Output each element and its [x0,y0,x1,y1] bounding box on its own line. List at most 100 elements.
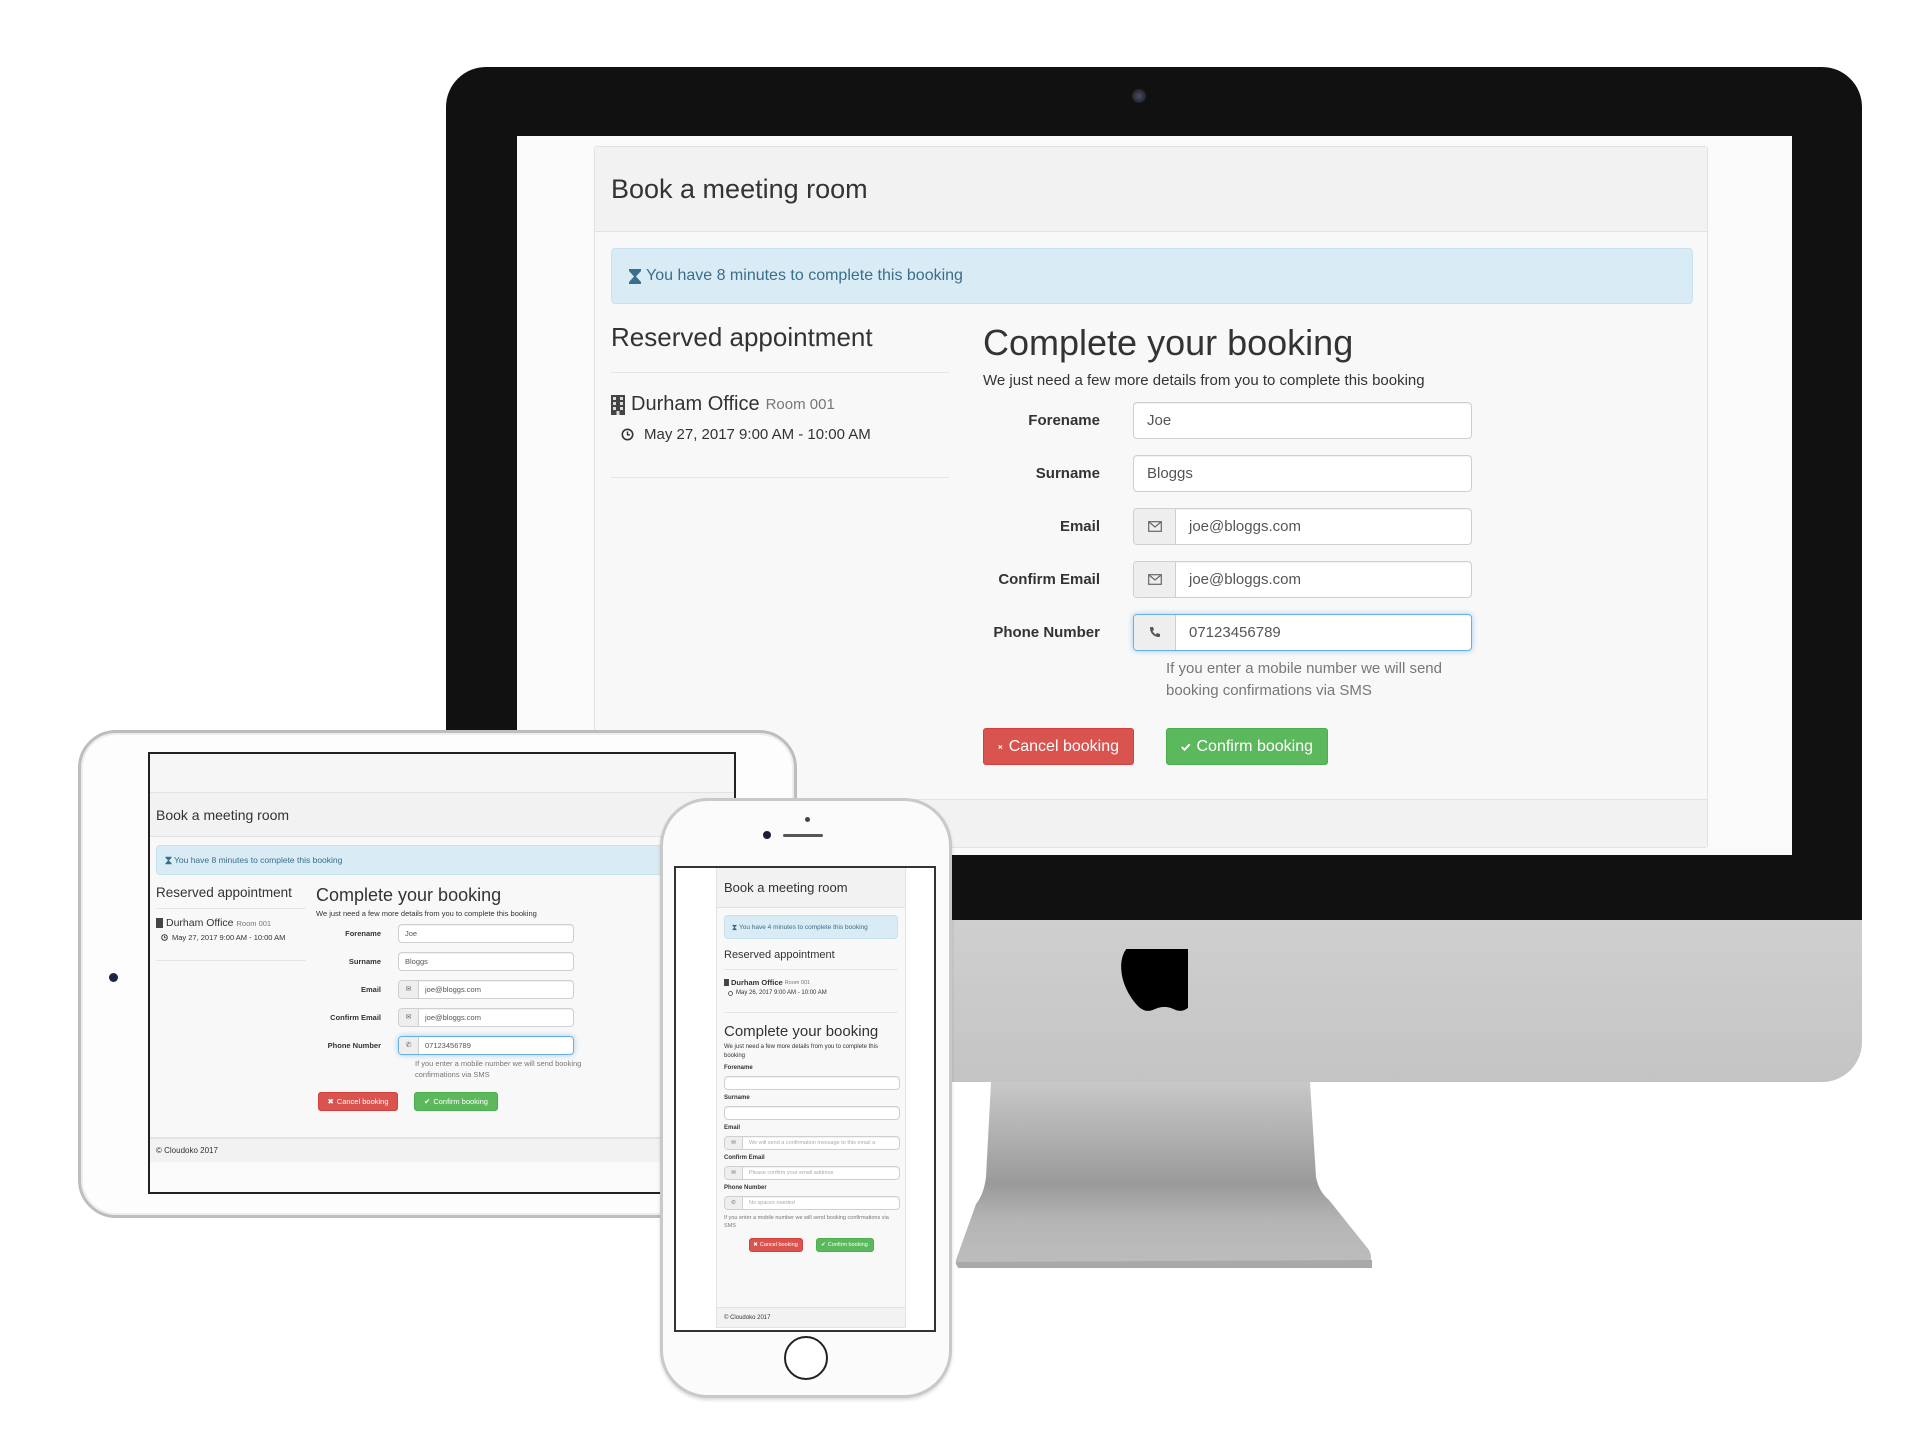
booking-panel: Book a meeting room You have 8 minutes t… [150,792,734,1138]
copyright-text: © Cloudoko 2017 [156,1146,218,1155]
surname-input[interactable] [724,1106,900,1120]
phone-label: Phone Number [724,1185,767,1191]
form-lead: We just need a few more details from you… [316,909,537,918]
confirm-email-input[interactable]: joe@bloggs.com [1133,560,1472,598]
timer-alert-text: You have 8 minutes to complete this book… [174,855,343,865]
forename-input[interactable]: Joe [398,923,574,943]
reserved-appointment-section: Reserved appointment Durham Office Room … [717,949,905,1013]
surname-input[interactable]: Bloggs [398,951,574,971]
copyright-text: © Cloudoko 2017 [724,1314,771,1321]
office-name: Durham Office [731,978,783,987]
apple-logo-icon [1121,949,1188,1011]
envelope-icon [1134,508,1176,544]
phone-help-text: If you enter a mobile number we will sen… [415,1059,582,1079]
confirm-booking-button[interactable]: ✔ Confirm booking [414,1092,498,1111]
confirm-email-label: Confirm Email [724,1155,765,1161]
forename-input[interactable]: Joe [1133,401,1472,439]
timer-alert: You have 4 minutes to complete this book… [724,915,898,939]
hourglass-icon [165,856,172,864]
cancel-booking-button[interactable]: Cancel booking [983,728,1134,765]
timer-alert: You have 8 minutes to complete this book… [611,248,1693,304]
building-icon [724,979,729,986]
forename-input[interactable] [724,1076,900,1090]
divider [611,477,949,478]
envelope-icon: ✉ [725,1167,743,1179]
confirm-email-label: Confirm Email [330,1012,381,1022]
form-actions: Cancel booking Confirm booking [983,728,1683,765]
monitor-stand [955,1082,1372,1268]
confirm-booking-button[interactable]: Confirm booking [1166,728,1328,765]
reserved-heading: Reserved appointment [724,949,835,961]
office-name: Durham Office [631,393,760,415]
clock-icon [728,990,733,996]
form-lead: We just need a few more details from you… [983,372,1425,389]
divider [724,1012,898,1013]
tablet-top-bar [150,754,734,792]
phone-help-text: If you enter a mobile number we will sen… [724,1215,889,1229]
office-line: Durham Office Room 001 [156,917,306,929]
timer-alert: You have 8 minutes to complete this book… [156,845,734,875]
forename-label: Forename [345,928,381,938]
page-title: Book a meeting room [724,880,848,895]
tablet-screen: Book a meeting room You have 8 minutes t… [148,752,736,1194]
surname-row: Surname Bloggs [316,951,646,971]
office-line: Durham Office Room 001 [724,978,898,987]
surname-value: Bloggs [1147,464,1193,482]
divider [156,908,306,909]
office-line: Durham Office Room 001 [611,393,949,416]
surname-row: Surname Bloggs [983,454,1683,492]
cancel-booking-label: Cancel booking [759,1242,798,1248]
confirm-booking-label: Confirm booking [827,1242,868,1248]
form-heading: Complete your booking [983,322,1354,363]
confirm-email-input[interactable]: ✉ Please confirm your email address [724,1166,900,1180]
phone-value: 07123456789 [1189,623,1281,641]
forename-label: Forename [724,1065,753,1071]
phone-input[interactable]: ✆ No spaces needed [724,1196,900,1210]
hourglass-icon [629,268,641,284]
confirm-booking-button[interactable]: ✔ Confirm booking [815,1238,874,1252]
reserved-appointment-section: Reserved appointment Durham Office Room … [611,322,949,498]
email-value: joe@bloggs.com [425,984,481,994]
envelope-icon [1134,561,1176,597]
phone-input[interactable]: ✆ 07123456789 [398,1035,574,1055]
phone-icon: ✆ [725,1197,743,1209]
confirm-email-row: Confirm Email joe@bloggs.com [983,560,1683,598]
confirm-email-row: Confirm Email ✉ joe@bloggs.com [316,1007,646,1027]
cancel-booking-button[interactable]: ✖ Cancel booking [318,1092,398,1111]
close-icon: ✖ [753,1242,758,1248]
envelope-icon: ✉ [399,1008,419,1026]
phone-value: 07123456789 [425,1040,471,1050]
page-title: Book a meeting room [611,173,868,204]
phone-input[interactable]: 07123456789 [1133,613,1472,651]
phone-icon: ✆ [399,1036,419,1054]
phone-screen: Book a meeting room You have 4 minutes t… [674,866,936,1332]
email-label: Email [360,984,381,994]
email-input[interactable]: joe@bloggs.com [1133,507,1472,545]
clock-icon [161,934,168,941]
booking-form: Complete your booking We just need a few… [717,1023,905,1252]
page-footer: © Cloudoko 2017 [150,1138,734,1162]
appointment-datetime: May 27, 2017 9:00 AM - 10:00 AM [172,933,286,942]
forename-label: Forename [1028,411,1100,429]
surname-field: Surname [724,1095,900,1120]
confirm-booking-label: Confirm booking [433,1097,488,1106]
forename-value: Joe [405,928,418,938]
check-icon [1181,743,1191,751]
booking-panel: Book a meeting room You have 4 minutes t… [716,868,906,1328]
form-actions: ✖ Cancel booking ✔ Confirm booking [724,1238,898,1252]
panel-header: Book a meeting room [595,147,1707,232]
email-input[interactable]: ✉ joe@bloggs.com [398,979,574,999]
confirm-email-input[interactable]: ✉ joe@bloggs.com [398,1007,574,1027]
office-name: Durham Office [166,917,234,929]
surname-input[interactable]: Bloggs [1133,454,1472,492]
cancel-booking-button[interactable]: ✖ Cancel booking [748,1238,803,1252]
confirm-email-value: joe@bloggs.com [425,1012,481,1022]
email-input[interactable]: ✉ We will send a confirmation message to … [724,1136,900,1150]
form-heading: Complete your booking [724,1023,879,1040]
divider [611,372,949,373]
room-name: Room 001 [784,979,811,986]
confirm-email-placeholder: Please confirm your email address [749,1170,834,1176]
divider [156,960,306,961]
phone-label: Phone Number [993,623,1100,641]
home-button[interactable] [784,1336,828,1380]
